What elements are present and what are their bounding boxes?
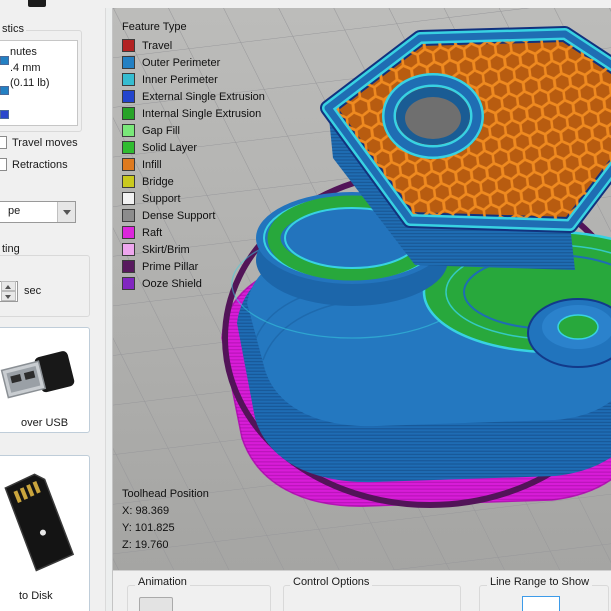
legend-item: Travel xyxy=(122,39,265,52)
toolhead-z: Z: 19.760 xyxy=(122,537,209,554)
usb-button-caption: over USB xyxy=(21,417,68,429)
legend-swatch xyxy=(122,192,135,205)
legend-item: Outer Perimeter xyxy=(122,56,265,69)
chevron-up-icon xyxy=(5,285,11,289)
legend-swatch xyxy=(122,243,135,256)
coloring-dropdown-value: pe xyxy=(8,205,20,217)
legend-swatch xyxy=(122,56,135,69)
toolbar-icon-fragment xyxy=(28,0,46,7)
toolhead-position: Toolhead Position X: 98.369 Y: 101.825 Z… xyxy=(122,486,209,554)
legend-label: Ooze Shield xyxy=(142,278,202,290)
legend-label: Internal Single Extrusion xyxy=(142,108,261,120)
top-strip xyxy=(0,0,611,8)
save-to-disk-button[interactable]: to Disk xyxy=(0,455,90,611)
legend-label: Travel xyxy=(142,40,172,52)
toolhead-title: Toolhead Position xyxy=(122,486,209,503)
spinner-down-button[interactable] xyxy=(1,291,16,301)
window-root: { "left_panel": { "statistics": { "label… xyxy=(0,0,611,611)
legend-swatch xyxy=(122,73,135,86)
legend-title: Feature Type xyxy=(122,21,265,33)
legend-swatch xyxy=(122,124,135,137)
spinner-up-button[interactable] xyxy=(1,281,16,291)
legend-item: Dense Support xyxy=(122,209,265,222)
process-color-icon xyxy=(0,110,9,119)
legend-item: Gap Fill xyxy=(122,124,265,137)
timing-unit-label: sec xyxy=(24,285,41,297)
chevron-down-icon xyxy=(5,295,11,299)
legend-label: Solid Layer xyxy=(142,142,197,154)
animation-play-button[interactable] xyxy=(139,597,173,611)
legend-label: Support xyxy=(142,193,181,205)
hex-center-hole xyxy=(389,80,477,152)
chevron-down-icon xyxy=(63,210,71,215)
process-color-icon xyxy=(0,56,9,65)
print-over-usb-button[interactable]: over USB xyxy=(0,327,90,433)
timing-group-label: ting xyxy=(0,243,22,255)
legend-label: Raft xyxy=(142,227,162,239)
left-panel: stics nutes .4 mm (0.11 lb) Travel moves… xyxy=(0,0,105,611)
retractions-label: Retractions xyxy=(12,159,68,171)
legend-item: Bridge xyxy=(122,175,265,188)
process-color-icon xyxy=(0,86,9,95)
toolhead-y: Y: 101.825 xyxy=(122,520,209,537)
legend-swatch xyxy=(122,226,135,239)
legend-label: Outer Perimeter xyxy=(142,57,220,69)
legend-label: External Single Extrusion xyxy=(142,91,265,103)
legend-label: Dense Support xyxy=(142,210,215,222)
legend-item: Support xyxy=(122,192,265,205)
legend-item: External Single Extrusion xyxy=(122,90,265,103)
preview-viewport[interactable]: Feature Type Travel Outer Perimeter Inner … xyxy=(113,8,611,570)
bottom-bar: Animation Control Options Line Range to … xyxy=(113,570,611,611)
legend-swatch xyxy=(122,141,135,154)
travel-moves-label: Travel moves xyxy=(12,137,78,149)
legend-swatch xyxy=(122,107,135,120)
stat-line: nutes xyxy=(10,46,37,58)
legend-item: Inner Perimeter xyxy=(122,73,265,86)
legend-item: Solid Layer xyxy=(122,141,265,154)
legend-item: Raft xyxy=(122,226,265,239)
dropdown-arrow-button[interactable] xyxy=(57,202,75,222)
legend-item: Internal Single Extrusion xyxy=(122,107,265,120)
legend-item: Infill xyxy=(122,158,265,171)
feature-legend-items: Travel Outer Perimeter Inner Perimeter Exte… xyxy=(122,39,265,290)
disk-button-caption: to Disk xyxy=(19,590,53,602)
legend-label: Bridge xyxy=(142,176,174,188)
legend-label: Skirt/Brim xyxy=(142,244,190,256)
stat-line: .4 mm xyxy=(10,62,41,74)
control-options-group-label: Control Options xyxy=(290,576,372,588)
line-range-spinbox[interactable] xyxy=(522,596,560,611)
statistics-group-label: stics xyxy=(0,23,26,35)
legend-label: Gap Fill xyxy=(142,125,180,137)
travel-moves-checkbox[interactable] xyxy=(0,136,7,149)
legend-label: Prime Pillar xyxy=(142,261,198,273)
panel-splitter[interactable] xyxy=(105,0,113,611)
legend-item: Skirt/Brim xyxy=(122,243,265,256)
legend-swatch xyxy=(122,209,135,222)
legend-item: Ooze Shield xyxy=(122,277,265,290)
legend-item: Prime Pillar xyxy=(122,260,265,273)
feature-legend: Feature Type Travel Outer Perimeter Inner … xyxy=(122,21,265,294)
legend-swatch xyxy=(122,158,135,171)
line-range-group-label: Line Range to Show xyxy=(487,576,592,588)
legend-swatch xyxy=(122,277,135,290)
retractions-checkbox[interactable] xyxy=(0,158,7,171)
legend-swatch xyxy=(122,260,135,273)
usb-plug-icon xyxy=(0,336,89,417)
toolhead-x: X: 98.369 xyxy=(122,503,209,520)
legend-swatch xyxy=(122,90,135,103)
control-options-group xyxy=(283,585,461,611)
legend-swatch xyxy=(122,175,135,188)
animation-group-label: Animation xyxy=(135,576,190,588)
legend-label: Inner Perimeter xyxy=(142,74,218,86)
legend-label: Infill xyxy=(142,159,162,171)
stat-line: (0.11 lb) xyxy=(10,77,50,89)
sd-card-icon xyxy=(0,464,89,585)
legend-swatch xyxy=(122,39,135,52)
